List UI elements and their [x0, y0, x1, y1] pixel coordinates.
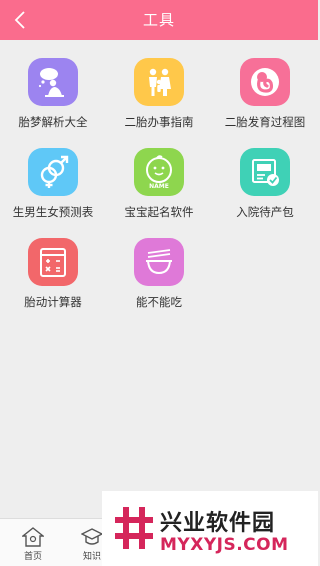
tool-gender-prediction[interactable]: 生男生女预测表	[0, 130, 106, 220]
tool-fetal-movement-counter[interactable]: 胎动计算器	[0, 220, 106, 310]
tab-label: 知识	[82, 552, 101, 562]
calculator-icon	[28, 238, 78, 286]
family-icon	[134, 58, 184, 106]
dreaming-person-icon	[28, 58, 78, 106]
watermark-subtitle: MYXYJS.COM	[160, 535, 289, 555]
tool-hospital-bag[interactable]: 入院待产包	[212, 130, 318, 220]
tool-baby-naming[interactable]: NAME 宝宝起名软件	[106, 130, 212, 220]
tab-label: 首页	[23, 552, 42, 562]
tool-label: 胎梦解析大全	[18, 115, 88, 129]
fetus-icon	[240, 58, 290, 106]
tool-development-chart[interactable]: 二胎发育过程图	[212, 40, 318, 130]
graduation-cap-icon	[81, 528, 103, 545]
gender-symbols-icon	[28, 148, 78, 196]
tool-second-child-guide[interactable]: 二胎办事指南	[106, 40, 212, 130]
svg-text:NAME: NAME	[149, 183, 169, 190]
site-watermark: 兴业软件园 MYXYJS.COM	[102, 491, 318, 566]
tool-label: 生男生女预测表	[12, 205, 94, 219]
checklist-icon	[240, 148, 290, 196]
home-icon	[22, 527, 44, 547]
tool-can-i-eat[interactable]: 能不能吃	[106, 220, 212, 310]
tool-label: 能不能吃	[136, 295, 182, 309]
page-title: 工具	[142, 11, 175, 29]
tool-label: 胎动计算器	[24, 295, 82, 309]
bowl-chopsticks-icon	[134, 238, 184, 286]
baby-name-icon: NAME	[134, 148, 184, 196]
tool-label: 二胎办事指南	[124, 115, 194, 129]
tool-dream-analysis[interactable]: 胎梦解析大全	[0, 40, 106, 130]
tool-label: 二胎发育过程图	[224, 115, 306, 129]
tool-label: 入院待产包	[236, 205, 294, 219]
tool-label: 宝宝起名软件	[124, 205, 194, 219]
hash-logo-icon	[115, 507, 153, 549]
tab-home[interactable]: 首页	[8, 519, 58, 566]
app-header: 工具	[0, 0, 318, 40]
watermark-title: 兴业软件园	[160, 511, 276, 536]
